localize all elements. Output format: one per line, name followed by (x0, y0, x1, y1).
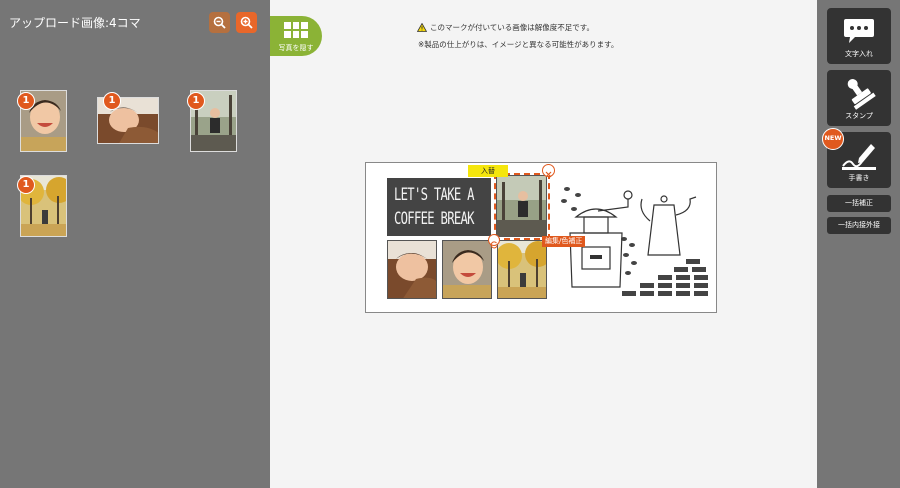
add-text-label: 文字入れ (845, 50, 873, 58)
tool-panel: 文字入れ スタンプ 手書き 一括補正 一括内接外接 (817, 0, 900, 488)
resolution-badge: 1 (17, 176, 35, 194)
speech-bubble-icon (844, 19, 874, 43)
new-badge: NEW (822, 128, 844, 150)
resolution-badge: 1 (187, 92, 205, 110)
design-text-line2: COFFEE BREAK (394, 209, 475, 229)
hide-photos-toggle[interactable]: 写真を隠す (270, 16, 322, 56)
product-preview: LET'S TAKE A COFFEE BREAK 入替 編集/色補正 (365, 162, 717, 313)
resolution-badge: 1 (17, 92, 35, 110)
hide-photos-label: 写真を隠す (278, 44, 314, 52)
stamp-label: スタンプ (845, 112, 873, 120)
coffee-break-text-box: LET'S TAKE A COFFEE BREAK (387, 178, 491, 236)
zoom-in-icon (240, 16, 253, 29)
edit-color-button[interactable]: 編集/色補正 (542, 236, 586, 247)
resolution-note-text: このマークが付いている画像は解像度不足です。 (430, 23, 595, 32)
photo-image (388, 241, 436, 298)
grid-icon (284, 22, 308, 38)
photo-image (498, 241, 546, 298)
zoom-out-button[interactable] (209, 12, 230, 33)
add-text-button[interactable]: 文字入れ (827, 8, 891, 64)
resolution-badge: 1 (103, 92, 121, 110)
stamp-button[interactable]: スタンプ (827, 70, 891, 126)
handwrite-label: 手書き (848, 174, 870, 182)
photo-slot-2[interactable] (442, 240, 492, 299)
design-text-line1: LET'S TAKE A (394, 185, 475, 205)
resolution-note: このマークが付いている画像は解像度不足です。 (417, 22, 594, 33)
warning-icon (417, 23, 427, 32)
pen-icon (842, 144, 876, 170)
upload-title: アップロード画像:4コマ (9, 16, 141, 30)
zoom-in-button[interactable] (236, 12, 257, 33)
stamp-icon (847, 78, 876, 110)
photo-slot-1[interactable] (387, 240, 437, 299)
photo-image (443, 241, 491, 298)
zoom-out-icon (213, 16, 226, 29)
disclaimer-note: ※製品の仕上がりは、イメージと異なる可能性があります。 (418, 40, 619, 49)
replace-button[interactable]: 入替 (468, 165, 508, 177)
rotate-photo-button[interactable] (488, 234, 500, 249)
bulk-fit-button[interactable]: 一括内接外接 (827, 217, 891, 234)
remove-photo-button[interactable] (542, 164, 555, 178)
bulk-correct-button[interactable]: 一括補正 (827, 195, 891, 212)
selection-outline (494, 173, 550, 240)
rotate-icon (490, 241, 498, 249)
upload-panel: アップロード画像:4コマ 1 1 1 1 (0, 0, 270, 488)
photo-slot-3[interactable] (497, 240, 547, 299)
close-icon (545, 171, 552, 178)
